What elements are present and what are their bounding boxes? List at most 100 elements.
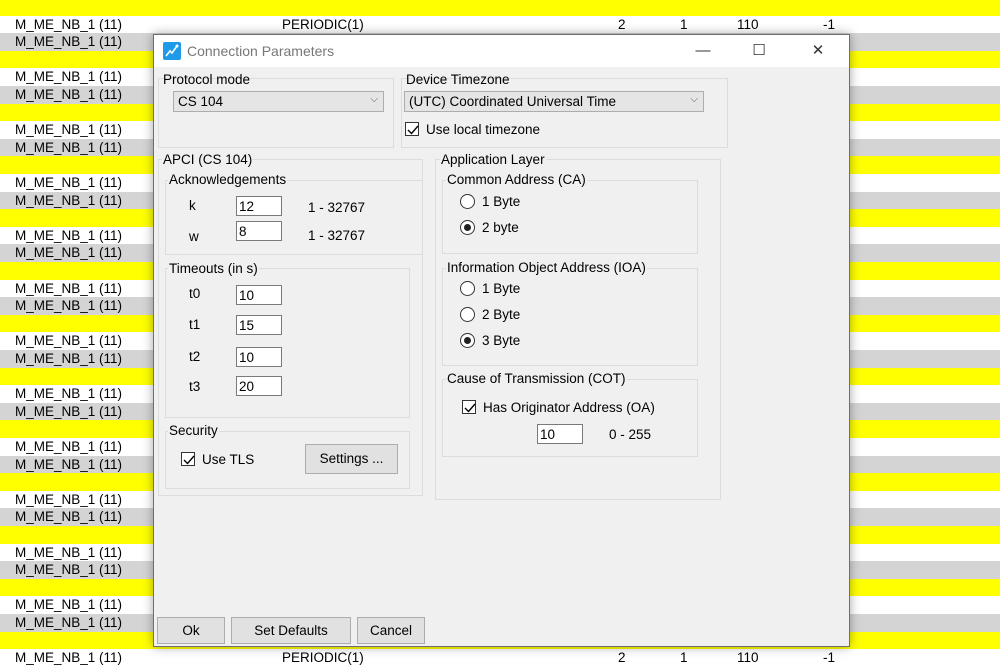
ioa-1-byte-label: 1 Byte	[482, 281, 521, 296]
table-cell: -1	[823, 16, 836, 32]
table-row[interactable]	[0, 0, 1000, 16]
common-address-group	[442, 180, 698, 254]
set-defaults-button[interactable]: Set Defaults	[231, 617, 351, 644]
table-cell: M_ME_NB_1 (11)	[15, 491, 123, 507]
table-cell: 1	[680, 16, 688, 32]
t0-value: 10	[239, 288, 255, 303]
common-address-title: Common Address (CA)	[446, 172, 587, 187]
radio-selected-dot	[464, 224, 471, 231]
w-label: w	[189, 229, 199, 244]
table-cell: M_ME_NB_1 (11)	[15, 298, 123, 314]
table-cell: M_ME_NB_1 (11)	[15, 351, 123, 366]
device-timezone-label: Device Timezone	[406, 72, 510, 87]
w-input[interactable]: 8	[236, 221, 282, 241]
settings-button[interactable]: Settings ...	[305, 444, 398, 474]
cot-title: Cause of Transmission (COT)	[446, 371, 627, 386]
oa-input[interactable]: 10	[537, 424, 583, 444]
protocol-mode-value: CS 104	[178, 94, 224, 109]
table-row[interactable]: M_ME_NB_1 (11) PERIODIC(1) 2 1 110 -1	[0, 649, 1000, 667]
table-cell: M_ME_NB_1 (11)	[15, 509, 123, 525]
has-oa-label: Has Originator Address (OA)	[483, 400, 655, 415]
application-layer-title: Application Layer	[440, 152, 546, 167]
has-oa-checkbox[interactable]	[462, 400, 476, 414]
table-cell: -1	[823, 650, 836, 666]
table-cell: 1	[680, 650, 688, 666]
table-cell: 110	[737, 16, 759, 32]
t0-label: t0	[189, 286, 201, 301]
close-icon[interactable]: ✕	[795, 35, 841, 67]
table-cell: 2	[618, 650, 626, 666]
ca-1-byte-radio[interactable]	[460, 194, 475, 209]
ioa-group	[442, 268, 698, 366]
table-cell: 2	[618, 16, 626, 32]
chevron-down-icon: ⌵	[690, 94, 698, 105]
t0-input[interactable]: 10	[236, 285, 282, 305]
ioa-2-byte-radio[interactable]	[460, 307, 475, 322]
k-input[interactable]: 12	[236, 196, 282, 216]
minimize-icon[interactable]: —	[680, 35, 726, 67]
protocol-mode-label: Protocol mode	[163, 72, 251, 87]
t2-input[interactable]: 10	[236, 347, 282, 367]
table-cell: M_ME_NB_1 (11)	[15, 615, 123, 630]
t3-input[interactable]: 20	[236, 376, 282, 396]
k-range: 1 - 32767	[308, 200, 366, 215]
t3-label: t3	[189, 379, 201, 394]
oa-range: 0 - 255	[609, 427, 652, 442]
table-cell: M_ME_NB_1 (11)	[15, 280, 123, 296]
acknowledgements-group	[165, 180, 423, 255]
security-title: Security	[168, 423, 219, 438]
t1-value: 15	[239, 318, 255, 333]
table-cell: M_ME_NB_1 (11)	[15, 34, 123, 50]
k-label: k	[189, 198, 196, 213]
dialog-title: Connection Parameters	[187, 43, 335, 59]
table-cell: M_ME_NB_1 (11)	[15, 650, 123, 666]
table-cell: M_ME_NB_1 (11)	[15, 69, 123, 85]
table-cell: PERIODIC(1)	[282, 16, 364, 32]
t1-input[interactable]: 15	[236, 315, 282, 335]
ioa-1-byte-radio[interactable]	[460, 281, 475, 296]
table-cell: M_ME_NB_1 (11)	[15, 192, 123, 208]
table-cell: M_ME_NB_1 (11)	[15, 175, 123, 190]
table-cell: M_ME_NB_1 (11)	[15, 122, 123, 138]
use-tls-checkbox[interactable]	[181, 452, 195, 466]
w-range: 1 - 32767	[308, 228, 366, 243]
t2-value: 10	[239, 350, 255, 365]
chevron-down-icon: ⌵	[370, 94, 378, 105]
acknowledgements-title: Acknowledgements	[168, 172, 288, 187]
protocol-mode-group	[158, 78, 394, 148]
table-cell: M_ME_NB_1 (11)	[15, 333, 123, 349]
table-cell: M_ME_NB_1 (11)	[15, 562, 123, 578]
app-icon	[163, 42, 181, 60]
ok-button[interactable]: Ok	[157, 617, 225, 644]
ioa-title: Information Object Address (IOA)	[446, 260, 647, 275]
use-tls-label: Use TLS	[202, 452, 255, 467]
cancel-button[interactable]: Cancel	[357, 617, 425, 644]
ca-1-byte-label: 1 Byte	[482, 194, 521, 209]
timezone-select[interactable]: (UTC) Coordinated Universal Time ⌵	[404, 91, 704, 112]
ca-2-byte-radio[interactable]	[460, 220, 475, 235]
table-cell: M_ME_NB_1 (11)	[15, 139, 123, 155]
device-timezone-group	[401, 78, 728, 148]
use-local-timezone-checkbox[interactable]	[405, 122, 419, 136]
protocol-mode-select[interactable]: CS 104 ⌵	[173, 91, 384, 112]
title-bar[interactable]: Connection Parameters — ☐ ✕	[154, 35, 849, 67]
table-cell: 110	[737, 650, 759, 666]
t3-value: 20	[239, 379, 255, 394]
table-row[interactable]: M_ME_NB_1 (11) PERIODIC(1) 2 1 110 -1	[0, 15, 1000, 34]
ioa-3-byte-label: 3 Byte	[482, 333, 521, 348]
timezone-value: (UTC) Coordinated Universal Time	[409, 94, 617, 109]
ca-2-byte-label: 2 byte	[482, 220, 519, 235]
ioa-2-byte-label: 2 Byte	[482, 307, 521, 322]
timeouts-title: Timeouts (in s)	[168, 261, 259, 276]
table-cell: M_ME_NB_1 (11)	[15, 597, 123, 613]
apci-title: APCI (CS 104)	[162, 152, 254, 167]
ioa-3-byte-radio[interactable]	[460, 333, 475, 348]
table-cell: M_ME_NB_1 (11)	[15, 16, 123, 32]
cot-group	[442, 379, 698, 457]
connection-parameters-dialog: Connection Parameters — ☐ ✕ Protocol mod…	[153, 34, 850, 647]
k-value: 12	[239, 199, 255, 214]
table-cell: PERIODIC(1)	[282, 650, 364, 666]
timeouts-group	[165, 268, 410, 418]
use-local-timezone-label: Use local timezone	[426, 122, 541, 137]
maximize-icon[interactable]: ☐	[736, 35, 782, 67]
